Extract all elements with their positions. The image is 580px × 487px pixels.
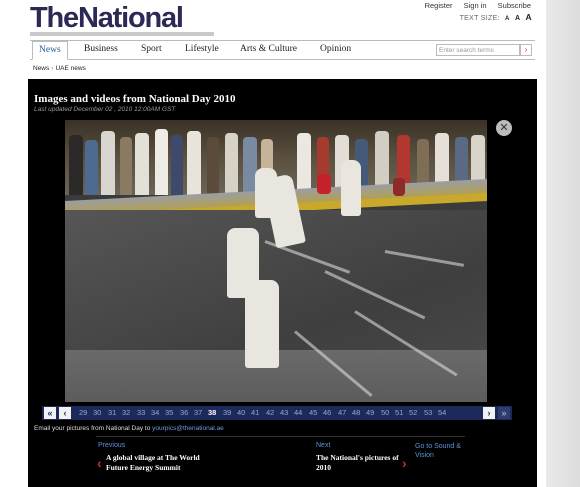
- page-number[interactable]: 41: [251, 408, 259, 417]
- page-number[interactable]: 43: [280, 408, 288, 417]
- nav-news[interactable]: News: [32, 41, 68, 60]
- page-number[interactable]: 47: [338, 408, 346, 417]
- next-label[interactable]: Next: [316, 442, 330, 449]
- search-input[interactable]: Enter search terms: [436, 44, 520, 56]
- gallery-title: Images and videos from National Day 2010: [34, 93, 236, 105]
- nav-lifestyle[interactable]: Lifestyle: [185, 44, 219, 54]
- register-link[interactable]: Register: [425, 1, 453, 10]
- page-number[interactable]: 30: [93, 408, 101, 417]
- page-number[interactable]: 45: [309, 408, 317, 417]
- logo-the: The: [30, 2, 79, 34]
- text-size-small[interactable]: A: [505, 16, 510, 22]
- page-number[interactable]: 34: [151, 408, 159, 417]
- subscribe-link[interactable]: Subscribe: [498, 1, 531, 10]
- page-number[interactable]: 33: [137, 408, 145, 417]
- page-number[interactable]: 50: [381, 408, 389, 417]
- photo-child-red: [317, 174, 331, 194]
- gallery-pager: « ‹ 29 30 31 32 33 34 35 36 37 38 39 40 …: [42, 406, 512, 420]
- close-icon[interactable]: ✕: [496, 120, 512, 136]
- prev-page-button[interactable]: ‹: [59, 407, 71, 419]
- breadcrumb: News › UAE news: [33, 65, 86, 72]
- photo-child-2: [393, 178, 405, 196]
- nav-sport[interactable]: Sport: [141, 44, 162, 54]
- account-links: Register Sign in Subscribe: [416, 1, 531, 10]
- photo-figure-2: [341, 160, 361, 216]
- email-link[interactable]: yourpics@thenational.ae: [152, 425, 224, 432]
- page-number[interactable]: 32: [122, 408, 130, 417]
- nav-business[interactable]: Business: [84, 44, 118, 54]
- last-page-button[interactable]: »: [498, 407, 510, 419]
- right-margin: [546, 0, 580, 487]
- email-prompt: Email your pictures from National Day to…: [34, 425, 224, 432]
- first-page-button[interactable]: «: [44, 407, 56, 419]
- logo-national: National: [77, 2, 184, 34]
- text-size-label: TEXT SIZE:: [459, 15, 500, 22]
- page-number[interactable]: 35: [165, 408, 173, 417]
- page-number[interactable]: 51: [395, 408, 403, 417]
- page-number[interactable]: 36: [180, 408, 188, 417]
- text-size-medium[interactable]: A: [515, 15, 520, 22]
- page-number[interactable]: 49: [366, 408, 374, 417]
- page-number-current[interactable]: 38: [208, 408, 216, 417]
- main-nav: News Business Sport Lifestyle Arts & Cul…: [30, 40, 535, 60]
- chevron-right-icon[interactable]: ›: [402, 455, 407, 471]
- email-text: Email your pictures from National Day to: [34, 425, 153, 432]
- previous-gallery-link[interactable]: A global village at The World Future Ene…: [106, 453, 206, 472]
- page-number[interactable]: 42: [266, 408, 274, 417]
- last-updated: Last updated December 02 , 2010 12:00AM …: [34, 106, 176, 113]
- page-number[interactable]: 39: [223, 408, 231, 417]
- text-size-large[interactable]: A: [526, 12, 532, 22]
- breadcrumb-uae-news[interactable]: UAE news: [55, 65, 85, 72]
- nav-opinion[interactable]: Opinion: [320, 44, 351, 54]
- page-number[interactable]: 29: [79, 408, 87, 417]
- page-number[interactable]: 52: [409, 408, 417, 417]
- page-number[interactable]: 31: [108, 408, 116, 417]
- photo-figure-5: [245, 280, 279, 368]
- previous-label[interactable]: Previous: [98, 442, 125, 449]
- gallery-divider: [96, 436, 465, 437]
- goto-sound-vision-link[interactable]: Go to Sound & Vision: [415, 442, 475, 460]
- site-logo[interactable]: TheNational: [30, 2, 184, 34]
- gallery-lightbox: Images and videos from National Day 2010…: [28, 79, 537, 487]
- page-number[interactable]: 37: [194, 408, 202, 417]
- page-number[interactable]: 40: [237, 408, 245, 417]
- breadcrumb-news[interactable]: News: [33, 65, 49, 72]
- chevron-left-icon[interactable]: ‹: [97, 455, 102, 471]
- gallery-photo[interactable]: [65, 120, 487, 402]
- page-number[interactable]: 54: [438, 408, 446, 417]
- next-page-button[interactable]: ›: [483, 407, 495, 419]
- page-number[interactable]: 48: [352, 408, 360, 417]
- page-number[interactable]: 53: [424, 408, 432, 417]
- sign-in-link[interactable]: Sign in: [464, 1, 487, 10]
- text-size-control: TEXT SIZE: A A A: [460, 12, 532, 22]
- nav-arts-culture[interactable]: Arts & Culture: [240, 44, 297, 54]
- page-number[interactable]: 44: [294, 408, 302, 417]
- logo-underline: [30, 32, 214, 36]
- next-gallery-link[interactable]: The National's pictures of 2010: [316, 453, 408, 472]
- site-wrapper: TheNational Register Sign in Subscribe T…: [28, 0, 537, 487]
- search-button[interactable]: ›: [520, 44, 532, 56]
- page-number[interactable]: 46: [323, 408, 331, 417]
- breadcrumb-separator: ›: [51, 65, 54, 72]
